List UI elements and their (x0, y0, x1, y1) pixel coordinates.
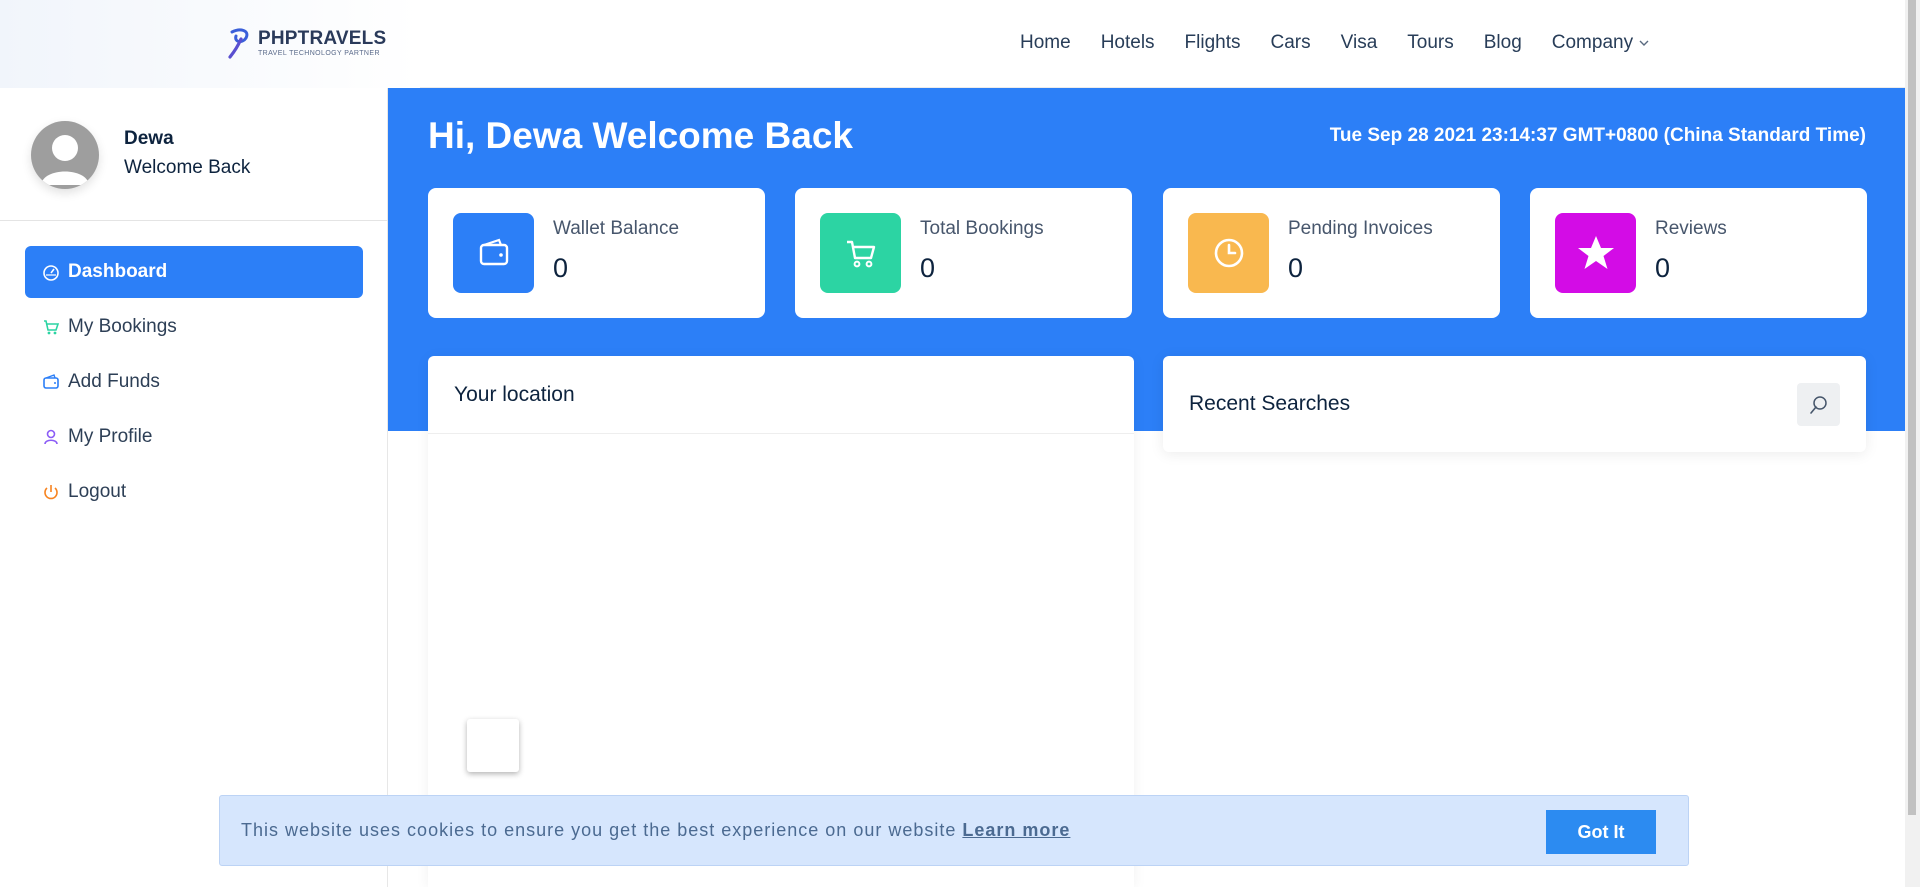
sidebar-item-logout[interactable]: Logout (25, 466, 363, 518)
user-name: Dewa (124, 128, 174, 149)
sidebar-item-my-bookings[interactable]: My Bookings (25, 301, 363, 353)
nav-visa[interactable]: Visa (1326, 31, 1393, 55)
cart-icon (820, 213, 901, 293)
sidebar-menu: Dashboard My Bookings Add Funds My Profi… (25, 246, 363, 521)
sidebar-item-label: Add Funds (68, 371, 160, 392)
sidebar: Dewa Welcome Back Dashboard My Bookings … (0, 88, 388, 887)
stat-card-wallet[interactable]: Wallet Balance 0 (428, 188, 765, 318)
current-datetime: Tue Sep 28 2021 23:14:37 GMT+0800 (China… (1329, 125, 1866, 146)
power-icon (44, 485, 58, 500)
nav-tours[interactable]: Tours (1392, 31, 1468, 55)
sidebar-item-dashboard[interactable]: Dashboard (25, 246, 363, 298)
sidebar-item-label: My Bookings (68, 316, 177, 337)
brand-logo[interactable]: PHPTRAVELS TRAVEL TECHNOLOGY PARTNER (226, 26, 386, 60)
chevron-down-icon (1639, 40, 1649, 46)
sidebar-item-label: Dashboard (68, 261, 168, 282)
wallet-icon (43, 374, 59, 389)
learn-more-link[interactable]: Learn more (962, 820, 1070, 840)
recent-searches-title: Recent Searches (1189, 392, 1351, 415)
cookie-text: This website uses cookies to ensure you … (241, 820, 957, 840)
brand-name: PHPTRAVELS (258, 28, 387, 49)
stat-value: 0 (553, 253, 569, 283)
user-welcome: Welcome Back (124, 157, 251, 178)
phptravels-logo-icon (228, 28, 249, 59)
scrollbar-thumb[interactable] (1908, 0, 1916, 815)
stat-card-reviews[interactable]: Reviews 0 (1530, 188, 1867, 318)
top-navbar: PHPTRAVELS TRAVEL TECHNOLOGY PARTNER Hom… (0, 0, 1905, 88)
nav-blog[interactable]: Blog (1469, 31, 1537, 55)
cart-icon (44, 320, 60, 335)
search-button[interactable] (1797, 383, 1840, 426)
speedometer-icon (43, 265, 59, 281)
cookie-banner: This website uses cookies to ensure you … (219, 795, 1689, 866)
nav-hotels[interactable]: Hotels (1086, 31, 1170, 55)
stat-card-bookings[interactable]: Total Bookings 0 (795, 188, 1132, 318)
main-nav: Home Hotels Flights Cars Visa Tours Blog… (1020, 31, 1666, 55)
sidebar-item-label: Logout (68, 481, 127, 502)
stat-card-invoices[interactable]: Pending Invoices 0 (1163, 188, 1500, 318)
nav-company[interactable]: Company (1537, 31, 1666, 55)
sidebar-item-my-profile[interactable]: My Profile (25, 411, 363, 463)
stat-label: Pending Invoices (1288, 218, 1433, 239)
stat-label: Reviews (1655, 218, 1727, 239)
wallet-icon (453, 213, 534, 293)
brand-tagline: TRAVEL TECHNOLOGY PARTNER (258, 50, 380, 57)
location-title: Your location (428, 356, 1134, 434)
stat-value: 0 (1655, 253, 1671, 283)
nav-home[interactable]: Home (1020, 31, 1086, 55)
profile-block: Dewa Welcome Back (0, 88, 388, 221)
map-control-button[interactable] (467, 719, 519, 772)
search-icon (1809, 395, 1827, 414)
nav-cars[interactable]: Cars (1256, 31, 1326, 55)
cookie-message: This website uses cookies to ensure you … (241, 820, 1070, 841)
stat-value: 0 (1288, 253, 1304, 283)
stat-value: 0 (920, 253, 936, 283)
sidebar-item-label: My Profile (68, 426, 153, 447)
page-scrollbar[interactable] (1905, 0, 1920, 887)
user-icon (44, 429, 58, 445)
sidebar-item-add-funds[interactable]: Add Funds (25, 356, 363, 408)
nav-company-label: Company (1551, 32, 1634, 53)
user-avatar-icon (31, 121, 99, 189)
page-title: Hi, Dewa Welcome Back (428, 115, 853, 156)
cookie-accept-button[interactable]: Got It (1546, 810, 1656, 854)
main-content: Hi, Dewa Welcome Back Tue Sep 28 2021 23… (388, 88, 1905, 887)
stat-label: Wallet Balance (553, 218, 680, 239)
recent-searches-card: Recent Searches (1163, 356, 1866, 452)
stat-label: Total Bookings (920, 218, 1044, 239)
clock-icon (1188, 213, 1269, 293)
nav-flights[interactable]: Flights (1170, 31, 1256, 55)
star-icon (1555, 213, 1636, 293)
